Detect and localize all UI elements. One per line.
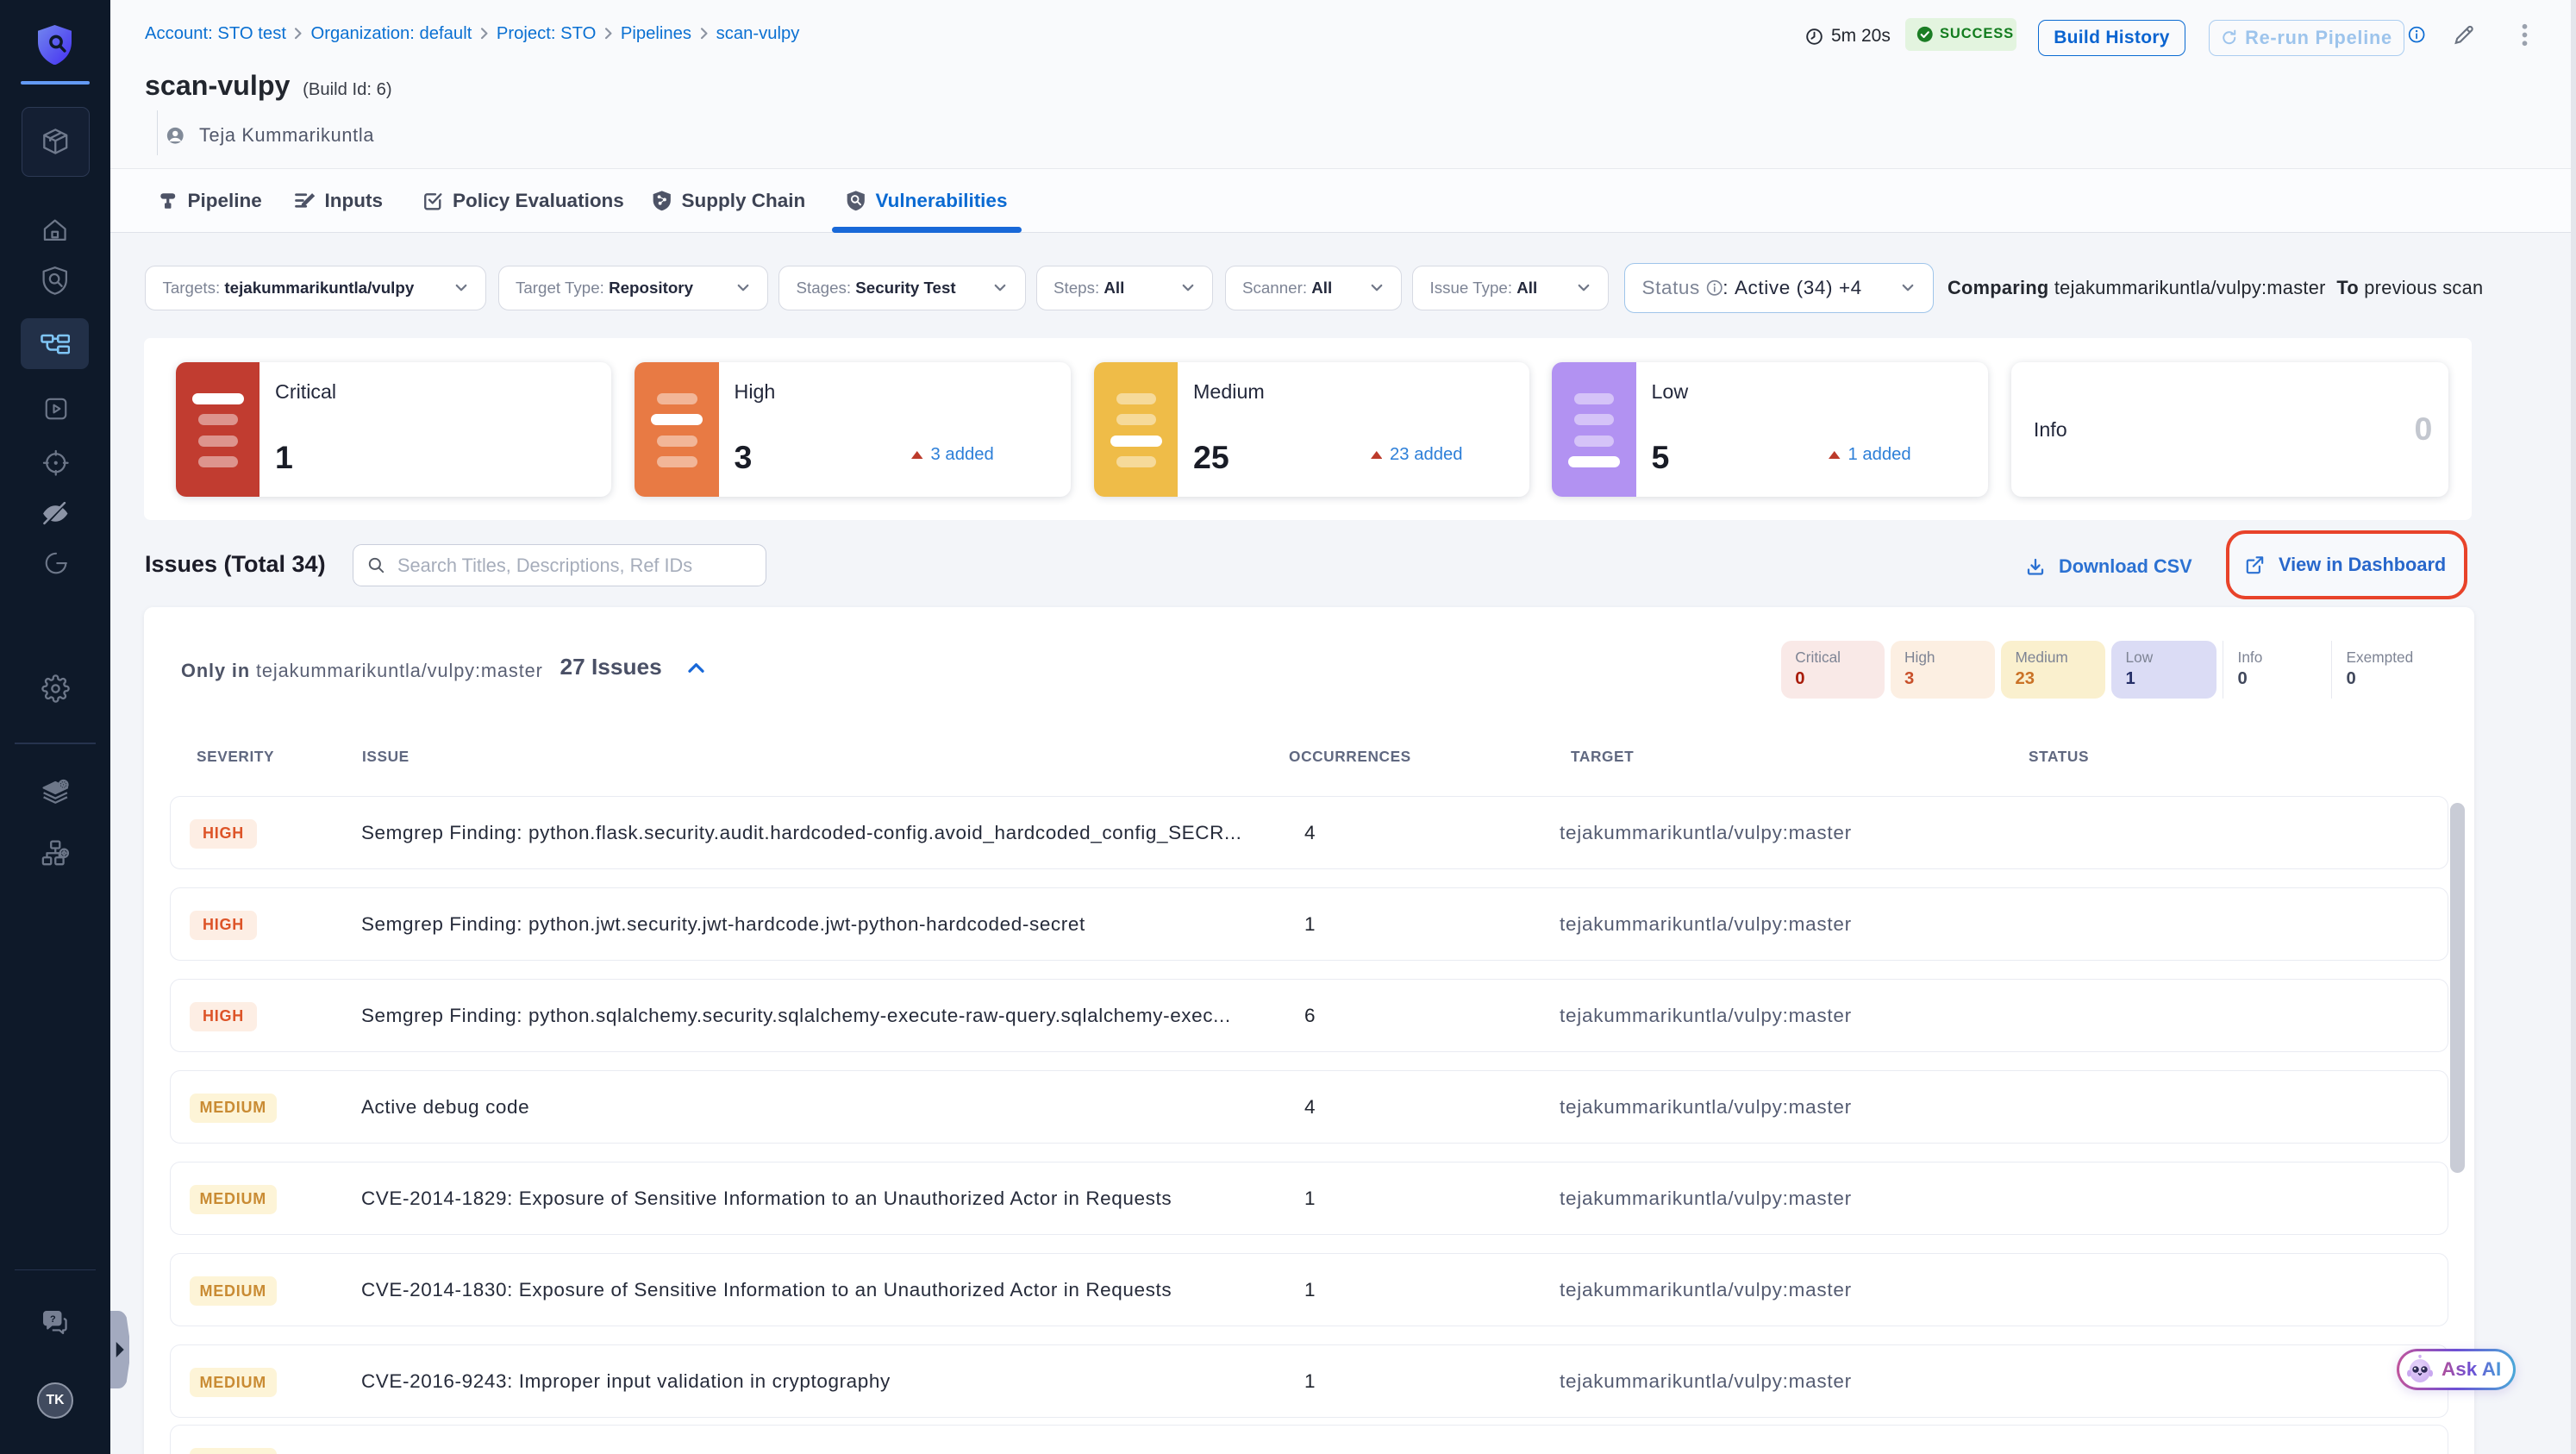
svg-text:?: ? [50, 1313, 56, 1324]
